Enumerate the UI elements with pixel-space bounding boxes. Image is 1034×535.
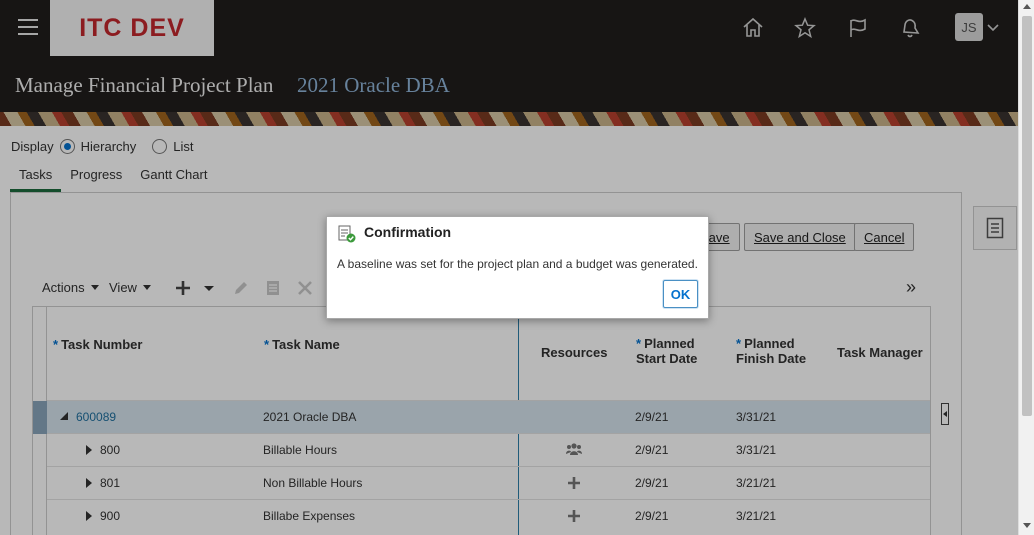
app-window: ITC DEV JS Manage Financial Project Plan… [0,0,1034,535]
dialog-title: Confirmation [364,224,452,240]
confirmation-icon [338,225,356,243]
dialog-message: A baseline was set for the project plan … [337,257,698,271]
scroll-up-icon[interactable] [1023,4,1031,9]
confirmation-dialog: Confirmation A baseline was set for the … [326,216,709,319]
page-scrollbar[interactable] [1018,0,1034,535]
scrollbar-thumb[interactable] [1022,16,1032,416]
ok-button[interactable]: OK [663,280,698,308]
scroll-down-icon[interactable] [1023,523,1031,528]
